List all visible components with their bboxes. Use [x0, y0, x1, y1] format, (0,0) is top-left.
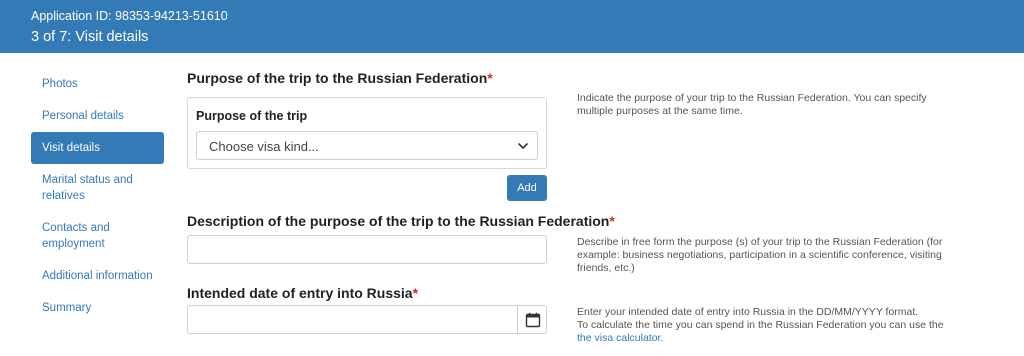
sidebar-item-marital-status[interactable]: Marital status and relatives — [31, 164, 164, 212]
entry-date-section-title: Intended date of entry into Russia* — [187, 285, 418, 301]
purpose-panel-label: Purpose of the trip — [196, 109, 308, 123]
purpose-help-text: Indicate the purpose of your trip to the… — [577, 92, 927, 117]
description-section-title: Description of the purpose of the trip t… — [187, 213, 615, 229]
add-purpose-button[interactable]: Add — [507, 175, 547, 201]
required-mark: * — [412, 285, 419, 301]
sidebar-item-visit-details[interactable]: Visit details — [31, 132, 164, 164]
entry-date-help-end: . — [660, 332, 664, 344]
entry-date-title-text: Intended date of entry into Russia — [187, 285, 413, 301]
sidebar-item-contacts[interactable]: Contacts and employment — [31, 212, 164, 260]
sidebar-item-summary[interactable]: Summary — [31, 292, 164, 324]
sidebar-item-additional-info[interactable]: Additional information — [31, 260, 164, 292]
purpose-description-input[interactable] — [187, 235, 547, 264]
visa-calculator-link[interactable]: the visa calculator — [577, 332, 660, 344]
sidebar-item-personal-details[interactable]: Personal details — [31, 100, 164, 132]
calendar-icon — [525, 312, 541, 328]
entry-date-help-text: To calculate the time you can spend in t… — [577, 319, 944, 331]
required-mark: * — [609, 213, 615, 229]
step-title: 3 of 7: Visit details — [31, 29, 149, 45]
chevron-down-icon — [518, 143, 528, 149]
entry-date-input[interactable] — [187, 305, 518, 334]
sidebar-nav: Photos Personal details Visit details Ma… — [31, 68, 164, 324]
sidebar-item-photos[interactable]: Photos — [31, 68, 164, 100]
purpose-section-title: Purpose of the trip to the Russian Feder… — [187, 70, 493, 86]
application-id: Application ID: 98353-94213-51610 — [31, 9, 228, 23]
required-mark: * — [487, 70, 493, 86]
visa-kind-select-value: Choose visa kind... — [209, 139, 319, 154]
description-title-text: Description of the purpose of the trip t… — [187, 213, 610, 229]
purpose-title-text: Purpose of the trip to the Russian Feder… — [187, 70, 488, 86]
entry-date-help-line2: To calculate the time you can spend in t… — [577, 319, 947, 345]
entry-date-help: Enter your intended date of entry into R… — [577, 306, 947, 345]
entry-date-help-line1: Enter your intended date of entry into R… — [577, 306, 919, 318]
purpose-panel: Purpose of the trip Choose visa kind... — [187, 97, 547, 169]
calendar-button[interactable] — [517, 305, 547, 334]
visa-kind-select[interactable]: Choose visa kind... — [196, 131, 538, 160]
top-header: Application ID: 98353-94213-51610 3 of 7… — [0, 0, 1024, 53]
description-help-text: Describe in free form the purpose (s) of… — [577, 236, 943, 274]
